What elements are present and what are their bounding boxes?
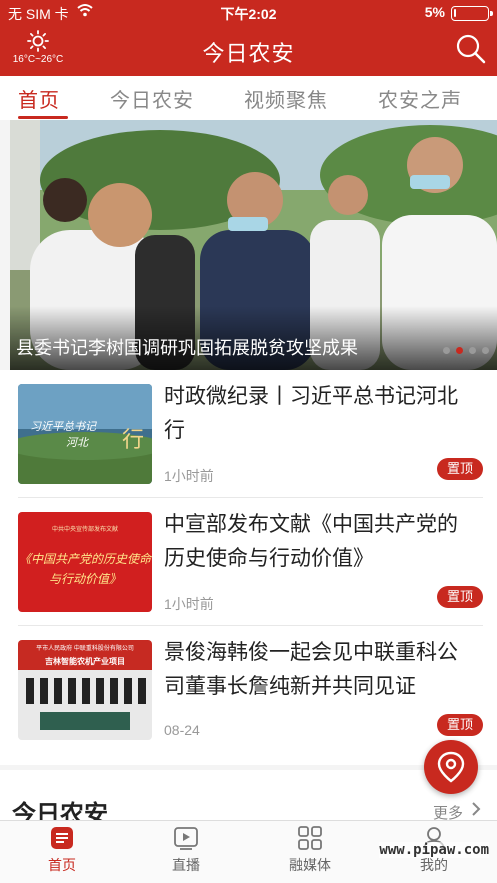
nav-label: 我的 (420, 857, 448, 873)
thumb-caption-line: 河北 (66, 437, 88, 449)
thumb-caption-line: 吉林智能农机产业项目 (45, 657, 125, 666)
battery-percent: 5% (424, 4, 445, 20)
tab-video-focus[interactable]: 视频聚焦 (244, 84, 328, 113)
carousel-dot[interactable] (469, 347, 476, 354)
thumb-caption-line: 《中国共产党的历史使命 (18, 552, 151, 566)
chevron-right-icon[interactable] (469, 800, 483, 818)
pinned-badge: 置顶 (437, 586, 483, 608)
carousel-dots (443, 347, 489, 354)
app-header: 无 SIM 卡 下午2:02 5% 16°C~26°C 今日农安 (0, 0, 497, 76)
news-time: 1小时前 (164, 596, 214, 612)
live-icon (174, 827, 198, 850)
news-time: 08-24 (164, 722, 200, 738)
news-item[interactable]: 中共中央宣传部发布文献 《中国共产党的历史使命 与行动价值》 中宣部发布文献《中… (0, 498, 497, 626)
thumb-caption-line: 平市人民政府 中联重科股份有限公司 (36, 646, 134, 652)
news-title[interactable]: 时政微纪录丨习近平总书记河北行 (164, 380, 474, 448)
nav-label: 融媒体 (289, 857, 331, 873)
tab-home[interactable]: 首页 (18, 84, 60, 113)
status-bar: 无 SIM 卡 下午2:02 5% (0, 0, 497, 26)
news-thumbnail: 平市人民政府 中联重科股份有限公司 吉林智能农机产业项目 (18, 640, 152, 740)
clock: 下午2:02 (220, 6, 277, 22)
nav-label: 直播 (172, 857, 200, 873)
news-time: 1小时前 (164, 468, 214, 484)
thumb-caption-line: 与行动价值》 (48, 572, 121, 586)
tab-today-nongan[interactable]: 今日农安 (110, 84, 194, 113)
battery-icon (451, 6, 493, 21)
news-thumbnail: 中共中央宣传部发布文献 《中国共产党的历史使命 与行动价值》 (18, 512, 152, 612)
channel-tabs: 首页 今日农安 视频聚焦 农安之声 (0, 76, 497, 120)
section-header: 今日农安 更多 (0, 770, 497, 828)
thumb-caption-line: 习近平总书记 (30, 421, 96, 433)
news-title[interactable]: 景俊海韩俊一起会见中联重科公司董事长詹纯新并共同见证 (164, 636, 474, 704)
nav-label: 首页 (48, 857, 76, 873)
battery-level (454, 9, 456, 17)
tab-nongan-voice[interactable]: 农安之声 (378, 84, 462, 113)
carousel-caption[interactable]: 县委书记李树国调研巩固拓展脱贫攻坚成果 (16, 334, 416, 360)
tab-active-indicator (18, 116, 68, 119)
home-icon (51, 827, 73, 849)
nav-live[interactable]: 直播 (146, 825, 226, 875)
news-list: 习近平总书记 河北 行 时政微纪录丨习近平总书记河北行 1小时前 置顶 中共中央… (0, 370, 497, 765)
pinned-badge: 置顶 (437, 714, 483, 736)
news-item[interactable]: 平市人民政府 中联重科股份有限公司 吉林智能农机产业项目 景俊海韩俊一起会见中联… (0, 626, 497, 754)
news-item[interactable]: 习近平总书记 河北 行 时政微纪录丨习近平总书记河北行 1小时前 置顶 (0, 370, 497, 498)
location-pin-icon (437, 751, 465, 783)
nav-media[interactable]: 融媒体 (270, 825, 350, 875)
app-title: 今日农安 (202, 41, 295, 66)
thumb-caption-line: 中共中央宣传部发布文献 (51, 527, 118, 533)
pinned-badge: 置顶 (437, 458, 483, 480)
carousel-dot[interactable] (482, 347, 489, 354)
hero-carousel[interactable]: 县委书记李树国调研巩固拓展脱贫攻坚成果 (10, 120, 497, 370)
nav-home[interactable]: 首页 (22, 825, 102, 875)
location-button[interactable] (424, 740, 478, 794)
carousel-dot[interactable] (443, 347, 450, 354)
news-thumbnail: 习近平总书记 河北 行 (18, 384, 152, 484)
search-icon[interactable] (455, 33, 487, 65)
carousel-dot-active[interactable] (456, 347, 463, 354)
media-grid-icon (298, 826, 322, 850)
news-title[interactable]: 中宣部发布文献《中国共产党的历史使命与行动价值》 (164, 508, 474, 576)
watermark: www.pipaw.com (379, 842, 489, 858)
thumb-caption-line: 行 (122, 427, 145, 452)
